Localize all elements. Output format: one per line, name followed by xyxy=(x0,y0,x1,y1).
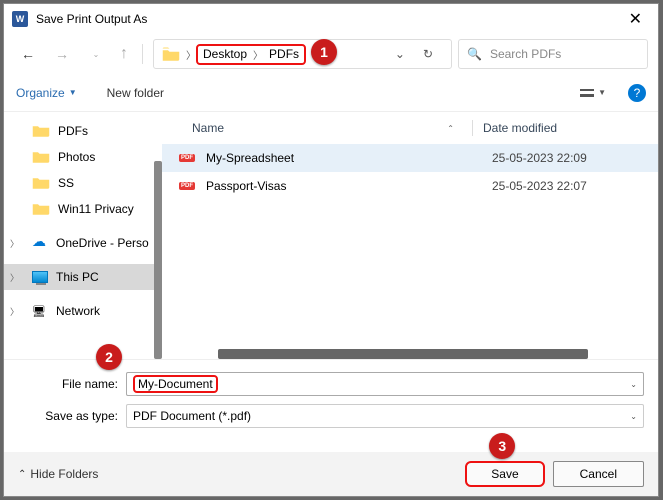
address-bar[interactable]: 〉 Desktop 〉 PDFs ⌄ ↻ xyxy=(153,39,452,69)
chevron-right-icon: 〉 xyxy=(253,47,263,62)
save-button[interactable]: Save xyxy=(465,461,544,487)
sidebar-label: Win11 Privacy xyxy=(58,202,134,216)
footer: ⌃ Hide Folders 3 Save Cancel xyxy=(4,452,658,496)
expand-icon[interactable]: 〉 xyxy=(10,237,19,250)
organize-menu[interactable]: Organize xyxy=(16,86,65,100)
chevron-up-icon: ⌃ xyxy=(18,469,26,480)
filetype-label: Save as type: xyxy=(18,409,126,423)
filename-label: File name: xyxy=(18,377,126,391)
sidebar-label: PDFs xyxy=(58,124,88,138)
column-headers: Name ⌃ Date modified xyxy=(162,112,658,144)
sidebar-item-ss[interactable]: SS xyxy=(4,170,162,196)
save-dialog: W Save Print Output As ✕ ← → ⌄ ↑ 〉 Deskt… xyxy=(3,3,659,497)
sidebar-label: Network xyxy=(56,304,100,318)
sidebar-label: SS xyxy=(58,176,74,190)
filename-row: 2 File name: My-Document ⌄ xyxy=(18,370,644,398)
thispc-icon xyxy=(32,271,48,283)
back-button[interactable]: ← xyxy=(14,46,42,62)
column-name[interactable]: Name ⌃ xyxy=(192,121,472,135)
file-date: 25-05-2023 22:09 xyxy=(492,151,587,165)
folder-icon xyxy=(32,175,50,192)
breadcrumb-pdfs[interactable]: PDFs xyxy=(269,47,299,61)
filetype-select[interactable]: PDF Document (*.pdf) ⌄ xyxy=(126,404,644,428)
pdf-icon xyxy=(180,178,196,194)
horizontal-scrollbar[interactable] xyxy=(218,349,588,359)
filename-value: My-Document xyxy=(138,377,213,391)
breadcrumb-desktop[interactable]: Desktop xyxy=(203,47,247,61)
close-button[interactable]: ✕ xyxy=(621,9,650,29)
navigation-pane: PDFs Photos SS Win11 Privacy 〉 OneDrive … xyxy=(4,112,162,359)
word-app-icon: W xyxy=(12,11,28,27)
save-label: Save xyxy=(491,467,518,481)
folder-icon xyxy=(32,149,50,166)
search-placeholder: Search PDFs xyxy=(490,47,561,61)
breadcrumb-highlight: Desktop 〉 PDFs xyxy=(196,44,306,65)
filetype-row: Save as type: PDF Document (*.pdf) ⌄ xyxy=(18,402,644,430)
navigation-bar: ← → ⌄ ↑ 〉 Desktop 〉 PDFs ⌄ ↻ 🔍 Search PD… xyxy=(4,34,658,74)
view-options-button[interactable]: ▼ xyxy=(572,88,614,97)
filename-input[interactable]: My-Document ⌄ xyxy=(126,372,644,396)
cloud-icon xyxy=(32,237,48,249)
filename-highlight: My-Document xyxy=(133,375,218,393)
title-bar: W Save Print Output As ✕ xyxy=(4,4,658,34)
search-icon: 🔍 xyxy=(467,47,482,61)
column-date[interactable]: Date modified xyxy=(483,121,557,135)
filetype-value: PDF Document (*.pdf) xyxy=(133,409,251,423)
sidebar-label: Photos xyxy=(58,150,95,164)
hide-folders-label: Hide Folders xyxy=(30,467,98,481)
list-view-icon xyxy=(580,89,594,97)
expand-icon[interactable]: 〉 xyxy=(10,271,19,284)
main-area: PDFs Photos SS Win11 Privacy 〉 OneDrive … xyxy=(4,112,658,359)
folder-icon xyxy=(162,47,180,61)
file-date: 25-05-2023 22:07 xyxy=(492,179,587,193)
sort-ascending-icon: ⌃ xyxy=(447,124,454,133)
up-button[interactable]: ↑ xyxy=(116,45,132,63)
sidebar-label: OneDrive - Perso xyxy=(56,236,149,250)
form-area: 2 File name: My-Document ⌄ Save as type:… xyxy=(4,359,658,440)
callout-3: 3 xyxy=(489,433,515,459)
toolbar: Organize ▼ New folder ▼ ? xyxy=(4,74,658,112)
callout-1: 1 xyxy=(311,39,337,65)
file-row[interactable]: My-Spreadsheet 25-05-2023 22:09 xyxy=(162,144,658,172)
sidebar-label: This PC xyxy=(56,270,99,284)
column-separator xyxy=(472,120,473,136)
search-input[interactable]: 🔍 Search PDFs xyxy=(458,39,648,69)
refresh-button[interactable]: ↻ xyxy=(413,47,443,61)
sidebar-scrollbar[interactable] xyxy=(154,161,162,359)
file-row[interactable]: Passport-Visas 25-05-2023 22:07 xyxy=(162,172,658,200)
network-icon xyxy=(32,304,48,318)
file-name: My-Spreadsheet xyxy=(206,151,492,165)
address-dropdown-icon[interactable]: ⌄ xyxy=(387,47,413,61)
chevron-down-icon: ▼ xyxy=(69,88,77,97)
sidebar-item-onedrive[interactable]: 〉 OneDrive - Perso xyxy=(4,230,162,256)
expand-icon[interactable]: 〉 xyxy=(10,305,19,318)
sidebar-item-thispc[interactable]: 〉 This PC xyxy=(4,264,162,290)
sidebar-item-network[interactable]: 〉 Network xyxy=(4,298,162,324)
forward-button[interactable]: → xyxy=(48,46,76,62)
chevron-down-icon[interactable]: ⌄ xyxy=(630,380,637,389)
folder-icon xyxy=(32,123,50,140)
callout-2: 2 xyxy=(96,344,122,370)
chevron-down-icon: ▼ xyxy=(598,88,606,97)
recent-dropdown-icon[interactable]: ⌄ xyxy=(82,50,110,59)
help-button[interactable]: ? xyxy=(628,84,646,102)
window-title: Save Print Output As xyxy=(36,12,147,26)
new-folder-button[interactable]: New folder xyxy=(107,86,164,100)
column-name-label: Name xyxy=(192,121,224,135)
chevron-down-icon[interactable]: ⌄ xyxy=(630,412,637,421)
pdf-icon xyxy=(180,150,196,166)
folder-icon xyxy=(32,201,50,218)
cancel-label: Cancel xyxy=(580,467,617,481)
divider xyxy=(142,44,143,64)
sidebar-item-photos[interactable]: Photos xyxy=(4,144,162,170)
sidebar-item-win11[interactable]: Win11 Privacy xyxy=(4,196,162,222)
file-name: Passport-Visas xyxy=(206,179,492,193)
hide-folders-button[interactable]: ⌃ Hide Folders xyxy=(18,467,98,481)
file-list-pane: Name ⌃ Date modified My-Spreadsheet 25-0… xyxy=(162,112,658,359)
cancel-button[interactable]: Cancel xyxy=(553,461,644,487)
sidebar-item-pdfs[interactable]: PDFs xyxy=(4,118,162,144)
chevron-right-icon: 〉 xyxy=(186,47,196,62)
